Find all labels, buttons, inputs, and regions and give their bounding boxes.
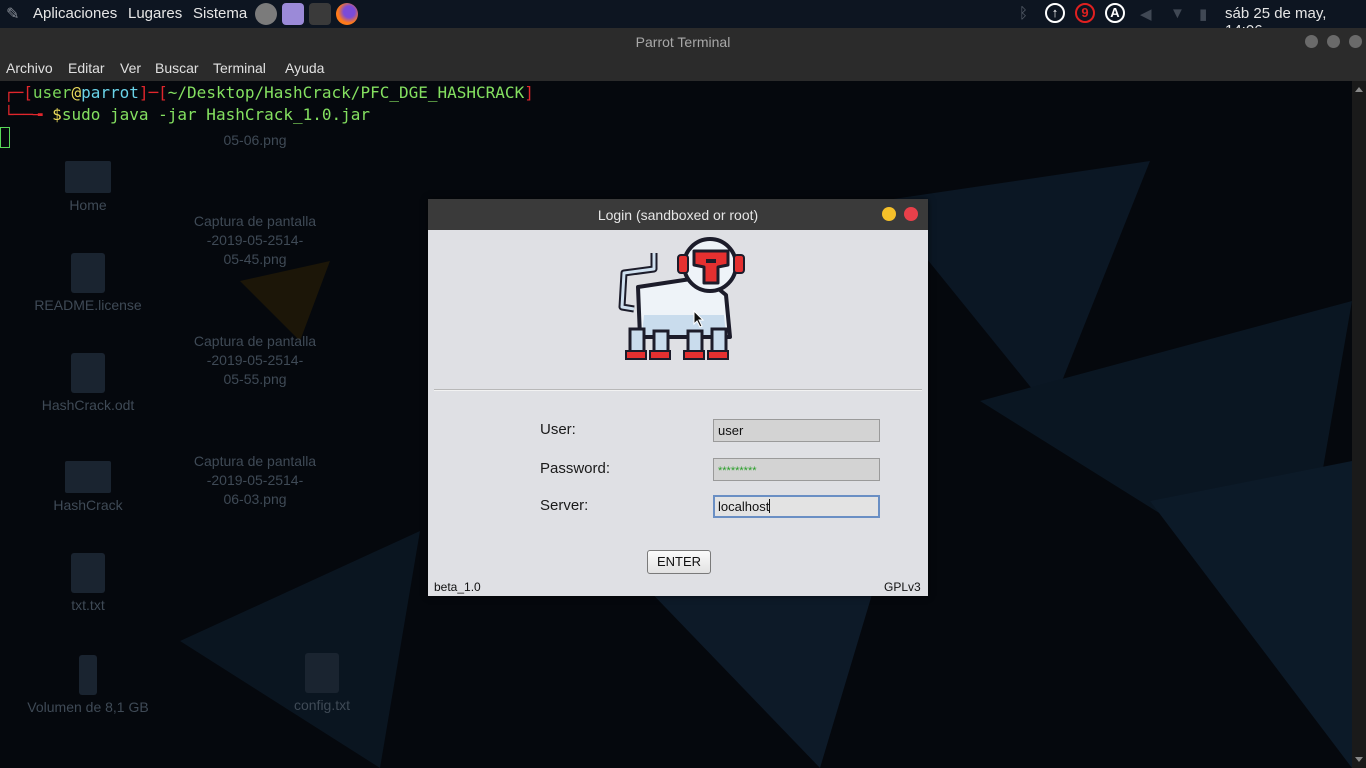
dialog-minimize-button[interactable] — [882, 207, 896, 221]
user-label: User: — [540, 421, 576, 438]
terminal-launcher-icon[interactable] — [309, 3, 331, 25]
user-field[interactable]: user — [713, 419, 880, 442]
command-line: └──╼ $sudo java -jar HashCrack_1.0.jar — [4, 105, 371, 124]
menu-archivo[interactable]: Archivo — [6, 60, 53, 76]
menu-terminal[interactable]: Terminal — [213, 60, 266, 76]
license-label: GPLv3 — [884, 580, 921, 594]
desktop-icon-volume[interactable]: Volumen de 8,1 GB — [8, 655, 168, 715]
icon-label: HashCrack.odt — [41, 397, 135, 413]
caption-line: 05-55.png — [223, 371, 287, 387]
prompt-line: ┌─[user@parrot]─[~/Desktop/HashCrack/PFC… — [4, 83, 534, 102]
update-icon[interactable]: ↑ — [1045, 3, 1065, 23]
icon-label: README.license — [34, 297, 142, 313]
files-launcher-icon[interactable] — [282, 3, 304, 25]
menu-lugares[interactable]: Lugares — [128, 5, 182, 22]
command-text: sudo java -jar HashCrack_1.0.jar — [61, 105, 371, 124]
enter-button[interactable]: ENTER — [647, 550, 711, 574]
volume-icon[interactable]: ◀ — [1140, 5, 1152, 23]
caption-line: Captura de pantalla — [193, 333, 317, 349]
prompt-path: ~/Desktop/HashCrack/PFC_DGE_HASHCRACK — [167, 83, 525, 102]
menu-ayuda[interactable]: Ayuda — [285, 60, 324, 76]
separator — [434, 389, 922, 391]
prompt-symbol: $ — [52, 105, 62, 124]
server-field[interactable]: localhost — [713, 495, 880, 518]
text-caret — [769, 499, 771, 513]
caption-line: 05-45.png — [223, 251, 287, 267]
folder-icon — [65, 461, 111, 493]
maximize-button[interactable] — [1327, 35, 1340, 48]
file-icon — [71, 253, 105, 293]
icon-label: Home — [69, 197, 107, 213]
password-value: ********* — [718, 465, 757, 477]
document-icon — [71, 353, 105, 393]
server-value: localhost — [718, 499, 770, 514]
login-dialog: Login (sandboxed or root) User: user Pas… — [428, 199, 928, 596]
icon-label: HashCrack — [53, 497, 123, 513]
notifications-badge[interactable]: 9 — [1075, 3, 1095, 23]
desktop-caption-0[interactable]: 05-06.png — [175, 131, 335, 150]
icon-label: Volumen de 8,1 GB — [27, 699, 149, 715]
dialog-close-button[interactable] — [904, 207, 918, 221]
bluetooth-icon[interactable]: ᛒ — [1019, 5, 1028, 22]
version-label: beta_1.0 — [434, 580, 481, 594]
desktop-icon-hashcrack-odt[interactable]: HashCrack.odt — [8, 353, 168, 413]
user-value: user — [718, 423, 744, 438]
parrot-logo-icon[interactable]: ✎ — [6, 4, 19, 24]
menu-aplicaciones[interactable]: Aplicaciones — [33, 5, 117, 22]
minimize-button[interactable] — [1305, 35, 1318, 48]
dialog-titlebar[interactable]: Login (sandboxed or root) — [428, 199, 928, 230]
terminal-title: Parrot Terminal — [635, 34, 731, 50]
file-icon — [305, 653, 339, 693]
desktop-caption-1[interactable]: Captura de pantalla -2019-05-2514- 05-45… — [175, 212, 335, 269]
password-label: Password: — [540, 460, 611, 477]
terminal-menubar: Archivo Editar Ver Buscar Terminal Ayuda — [0, 56, 1366, 81]
caption-line: -2019-05-2514- — [206, 232, 304, 248]
settings-launcher-icon[interactable] — [255, 3, 277, 25]
menu-sistema[interactable]: Sistema — [193, 5, 247, 22]
firefox-launcher-icon[interactable] — [336, 3, 358, 25]
caption-line: 05-06.png — [223, 132, 287, 148]
menu-ver[interactable]: Ver — [120, 60, 141, 76]
close-button[interactable] — [1349, 35, 1362, 48]
caption-line: 06-03.png — [223, 491, 287, 507]
desktop-icon-readme[interactable]: README.license — [8, 253, 168, 313]
terminal-titlebar[interactable]: Parrot Terminal — [0, 28, 1366, 56]
desktop-icon-config[interactable]: config.txt — [242, 653, 402, 713]
mouse-pointer-icon — [693, 310, 705, 328]
usb-drive-icon — [79, 655, 97, 695]
prompt-host: parrot — [81, 83, 139, 102]
dialog-title: Login (sandboxed or root) — [597, 207, 759, 223]
desktop-caption-2[interactable]: Captura de pantalla -2019-05-2514- 05-55… — [175, 332, 335, 389]
prompt-user: user — [32, 83, 72, 102]
top-panel: ✎ Aplicaciones Lugares Sistema ᛒ ↑ 9 A ◀… — [0, 0, 1366, 39]
scroll-up-icon[interactable] — [1355, 87, 1363, 92]
server-label: Server: — [540, 497, 589, 514]
menu-editar[interactable]: Editar — [68, 60, 105, 76]
network-icon[interactable]: ▼ — [1170, 5, 1185, 22]
icon-label: config.txt — [293, 697, 351, 713]
accessibility-icon[interactable]: A — [1105, 3, 1125, 23]
terminal-cursor — [0, 127, 10, 148]
file-icon — [71, 553, 105, 593]
menu-buscar[interactable]: Buscar — [155, 60, 199, 76]
terminal-scrollbar[interactable] — [1352, 81, 1366, 768]
monkey-logo-icon — [618, 237, 745, 360]
caption-line: Captura de pantalla — [193, 453, 317, 469]
prompt-at: @ — [71, 83, 82, 102]
caption-line: -2019-05-2514- — [206, 472, 304, 488]
password-field[interactable]: ********* — [713, 458, 880, 481]
desktop-icon-txt[interactable]: txt.txt — [8, 553, 168, 613]
battery-icon[interactable]: ▮ — [1199, 5, 1207, 23]
desktop-caption-3[interactable]: Captura de pantalla -2019-05-2514- 06-03… — [175, 452, 335, 509]
caption-line: -2019-05-2514- — [206, 352, 304, 368]
desktop-icon-home[interactable]: Home — [8, 161, 168, 213]
scroll-down-icon[interactable] — [1355, 757, 1363, 762]
folder-icon — [65, 161, 111, 193]
desktop-icon-hashcrack-folder[interactable]: HashCrack — [8, 461, 168, 513]
icon-label: txt.txt — [71, 597, 105, 613]
caption-line: Captura de pantalla — [193, 213, 317, 229]
